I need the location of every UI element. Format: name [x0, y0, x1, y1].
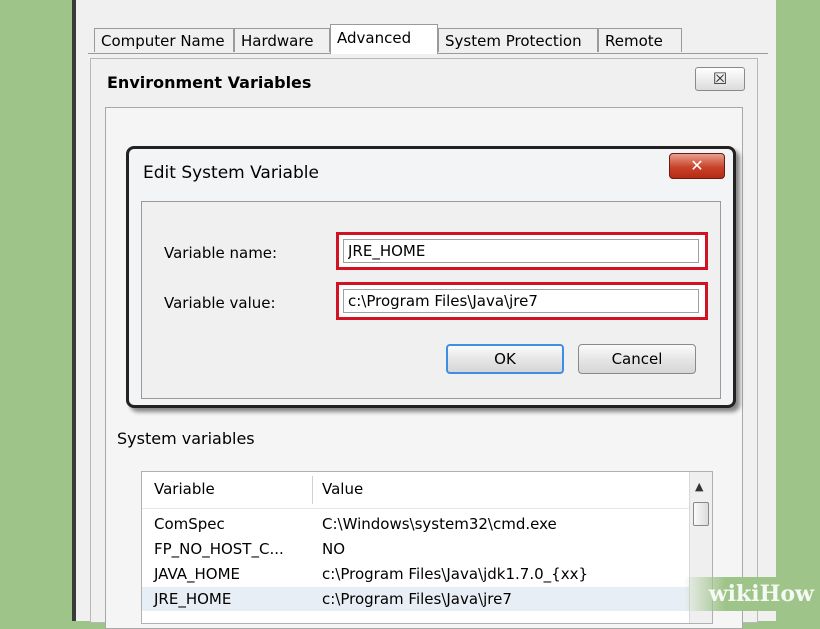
- env-window-title: Environment Variables: [107, 73, 312, 92]
- table-row[interactable]: ComSpec C:\Windows\system32\cmd.exe: [142, 512, 690, 536]
- row-variable: FP_NO_HOST_C...: [154, 540, 284, 558]
- env-close-button[interactable]: ☒: [695, 67, 745, 91]
- tab-system-protection[interactable]: System Protection: [438, 28, 598, 52]
- table-row[interactable]: FP_NO_HOST_C... NO: [142, 537, 690, 561]
- dialog-title: Edit System Variable: [143, 163, 319, 183]
- column-separator[interactable]: [312, 476, 313, 504]
- row-value: C:\Windows\system32\cmd.exe: [322, 515, 557, 533]
- row-variable: JRE_HOME: [154, 590, 232, 608]
- wikihow-watermark: wikiHow: [684, 577, 820, 611]
- column-value[interactable]: Value: [322, 480, 363, 498]
- close-icon: ☒: [712, 69, 728, 88]
- variable-value-input[interactable]: [343, 289, 699, 313]
- variable-name-label: Variable name:: [164, 244, 278, 262]
- scroll-thumb[interactable]: [693, 502, 709, 526]
- tab-computer-name[interactable]: Computer Name: [94, 28, 234, 52]
- row-value: c:\Program Files\Java\jdk1.7.0_{xx}: [322, 565, 589, 583]
- variable-name-highlight: [336, 232, 708, 270]
- edit-system-variable-dialog: Edit System Variable ✕ Variable name: Va…: [126, 146, 736, 408]
- variable-name-input[interactable]: [343, 239, 699, 263]
- system-variables-list[interactable]: Variable Value ComSpec C:\Windows\system…: [141, 471, 713, 624]
- dialog-close-button[interactable]: ✕: [669, 153, 725, 179]
- dialog-body: Variable name: Variable value: OK Cancel: [141, 201, 721, 399]
- row-value: NO: [322, 540, 346, 558]
- system-variables-label: System variables: [117, 429, 255, 448]
- watermark-part-wiki: wiki: [708, 581, 760, 607]
- close-icon: ✕: [690, 156, 704, 175]
- variable-value-highlight: [336, 282, 708, 320]
- column-variable[interactable]: Variable: [154, 480, 215, 498]
- watermark-part-how: How: [759, 581, 814, 607]
- variable-value-label: Variable value:: [164, 294, 276, 312]
- tab-remote[interactable]: Remote: [598, 28, 682, 52]
- table-row[interactable]: JAVA_HOME c:\Program Files\Java\jdk1.7.0…: [142, 562, 690, 586]
- row-variable: JAVA_HOME: [154, 565, 241, 583]
- list-header: Variable Value: [142, 472, 690, 509]
- row-value: c:\Program Files\Java\jre7: [322, 590, 512, 608]
- table-row-selected[interactable]: JRE_HOME c:\Program Files\Java\jre7: [142, 587, 690, 611]
- tab-hardware[interactable]: Hardware: [234, 28, 330, 52]
- ok-button[interactable]: OK: [446, 344, 564, 374]
- tab-advanced[interactable]: Advanced: [330, 24, 438, 54]
- row-variable: ComSpec: [154, 515, 225, 533]
- scroll-up-arrow-icon[interactable]: ▲: [695, 480, 703, 493]
- cancel-button[interactable]: Cancel: [578, 344, 696, 374]
